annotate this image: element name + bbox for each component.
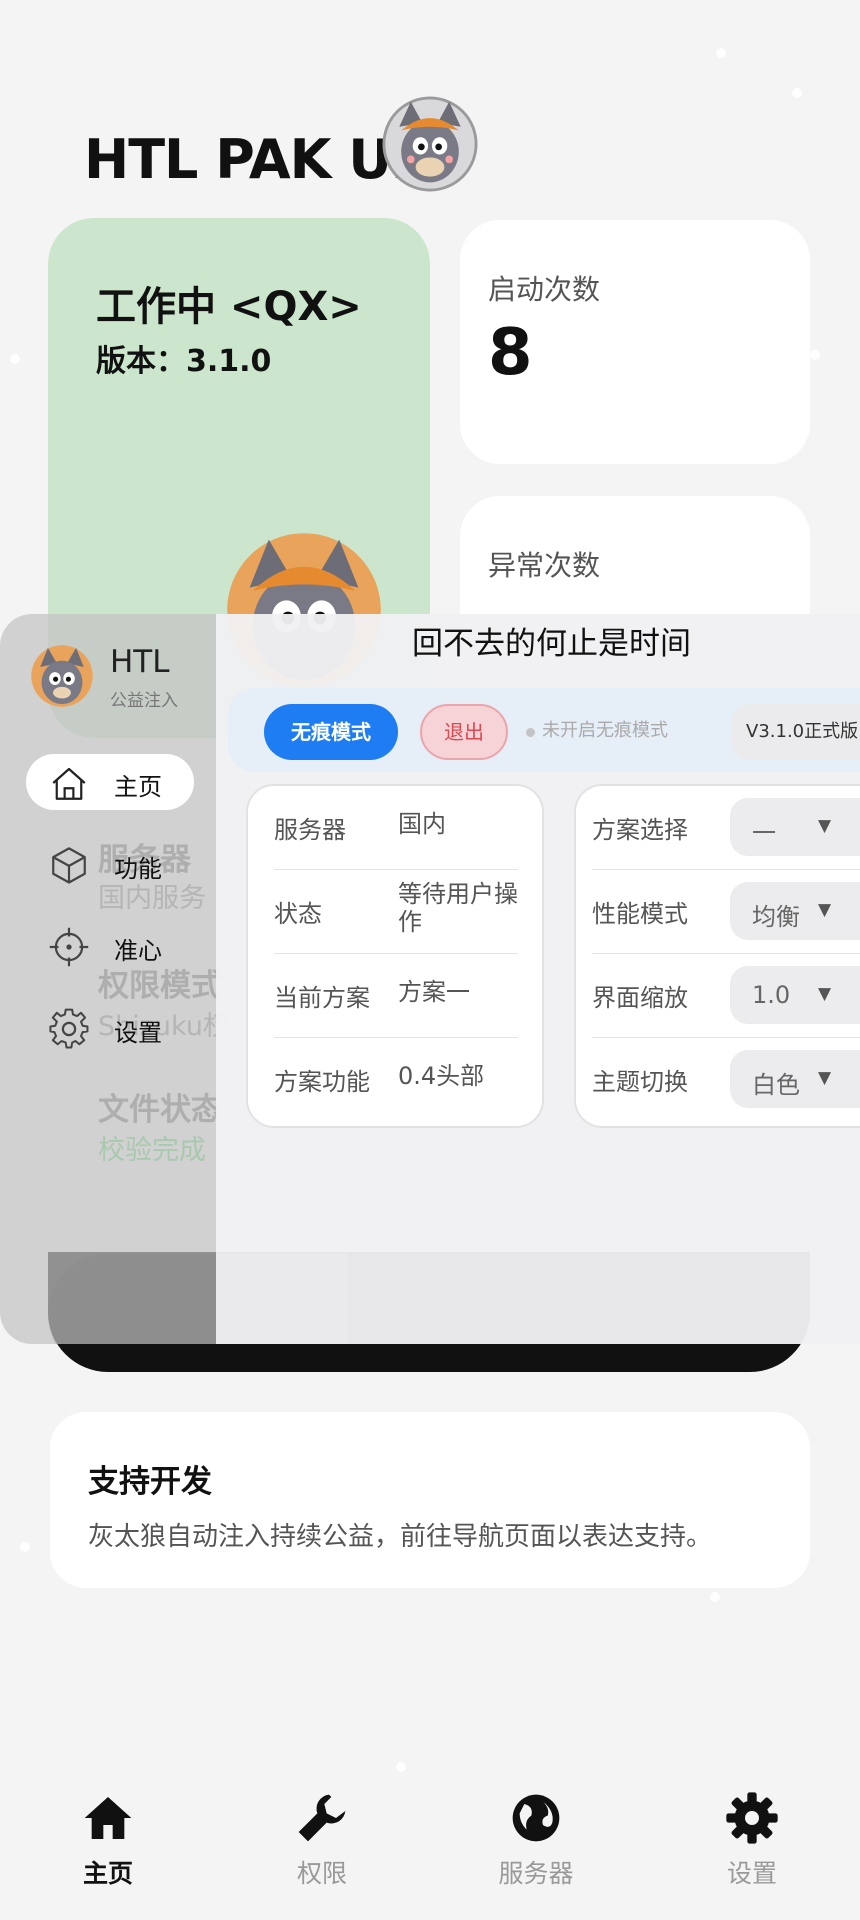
wrench-icon: [298, 1794, 346, 1842]
stealth-mode-button[interactable]: 无痕模式: [264, 704, 398, 760]
info-value: 方案一: [398, 978, 470, 1006]
version-badge: V3.1.0正式版: [732, 704, 860, 760]
setting-row-scale: 界面缩放 1.0 ▼: [592, 954, 860, 1038]
sidebar-item-label: 功能: [114, 855, 162, 883]
setting-label: 方案选择: [592, 816, 688, 844]
info-key: 服务器: [274, 816, 346, 844]
ghost-file-heading: 文件状态: [98, 1092, 222, 1128]
select-value: 1.0: [752, 981, 791, 1009]
wolf-avatar-icon: [382, 96, 478, 192]
tab-server[interactable]: 服务器: [456, 1790, 616, 1890]
sidebar-item-label: 主页: [114, 773, 162, 801]
support-card[interactable]: 支持开发 灰太狼自动注入持续公益，前往导航页面以表达支持。: [50, 1412, 810, 1588]
sidebar-item-home[interactable]: 主页: [26, 754, 194, 810]
info-key: 状态: [274, 900, 322, 928]
select-value: 均衡: [752, 903, 800, 931]
info-value: 国内: [398, 810, 446, 838]
support-description: 灰太狼自动注入持续公益，前往导航页面以表达支持。: [88, 1522, 713, 1552]
tab-permissions-label: 权限: [296, 1859, 347, 1888]
home-icon: [84, 1797, 132, 1839]
stealth-status-text: 未开启无痕模式: [542, 720, 668, 741]
tab-home[interactable]: 主页: [28, 1790, 188, 1890]
select-value: 白色: [752, 1071, 800, 1099]
info-card: 服务器 国内 状态 等待用户操作 当前方案 方案一 方案功能 0.4头部: [246, 784, 544, 1128]
info-key: 当前方案: [274, 984, 370, 1012]
setting-label: 主题切换: [592, 1068, 688, 1096]
launch-count-card: 启动次数 8: [460, 220, 810, 464]
overlay-window: 服务器 国内服务 权限模式 Shizuku权 文件状态 校验完成 HTL 公益注…: [0, 614, 860, 1344]
setting-row-plan: 方案选择 一 ▼: [592, 786, 860, 870]
launch-count-value: 8: [488, 316, 533, 390]
sidebar-item-crosshair[interactable]: 准心: [26, 918, 194, 974]
sidebar-item-label: 设置: [114, 1019, 162, 1047]
home-icon: [52, 767, 86, 800]
sidebar-item-label: 准心: [114, 937, 162, 965]
tab-permissions[interactable]: 权限: [242, 1790, 402, 1890]
caret-down-icon: ▼: [818, 900, 832, 920]
caret-down-icon: ▼: [818, 1068, 832, 1088]
scale-select[interactable]: 1.0 ▼: [730, 966, 860, 1024]
wolf-avatar-icon: [31, 645, 93, 707]
caret-down-icon: ▼: [818, 984, 832, 1004]
snow-dot: [810, 350, 820, 360]
setting-row-theme: 主题切换 白色 ▼: [592, 1038, 860, 1122]
tab-home-label: 主页: [82, 1859, 133, 1888]
ghost-file-value: 校验完成: [98, 1135, 206, 1166]
plan-select[interactable]: 一 ▼: [730, 798, 860, 856]
action-strip: 无痕模式 退出 未开启无痕模式 V3.1.0正式版: [228, 688, 860, 772]
brand-name: HTL: [110, 644, 170, 680]
snow-dot: [396, 1762, 406, 1772]
status-text: 工作中 <QX>: [96, 284, 362, 330]
overlay-main-panel: 回不去的何止是时间 无痕模式 退出 未开启无痕模式 V3.1.0正式版 服务器 …: [216, 614, 860, 1344]
caret-down-icon: ▼: [818, 816, 832, 836]
crosshair-icon: [49, 927, 89, 967]
support-title: 支持开发: [88, 1464, 212, 1500]
version-text: 版本：3.1.0: [96, 344, 272, 379]
sidebar-item-features[interactable]: 功能: [26, 836, 194, 892]
setting-label: 界面缩放: [592, 984, 688, 1012]
tab-settings[interactable]: 设置: [672, 1790, 832, 1890]
settings-card: 方案选择 一 ▼ 性能模式 均衡 ▼ 界面缩放 1.0 ▼ 主题切换 白色 ▼: [574, 784, 860, 1128]
setting-row-performance: 性能模式 均衡 ▼: [592, 870, 860, 954]
info-value: 等待用户操作: [398, 880, 518, 936]
snow-dot: [792, 88, 802, 98]
info-value: 0.4头部: [398, 1062, 485, 1090]
gear-icon: [726, 1792, 778, 1844]
select-value: 一: [752, 819, 776, 847]
overlay-sidebar: 服务器 国内服务 权限模式 Shizuku权 文件状态 校验完成 HTL 公益注…: [0, 614, 348, 1344]
sidebar-item-settings[interactable]: 设置: [26, 1000, 194, 1056]
info-row-server: 服务器 国内: [274, 786, 518, 870]
theme-select[interactable]: 白色 ▼: [730, 1050, 860, 1108]
overlay-title: 回不去的何止是时间: [412, 626, 691, 662]
info-row-plan-feature: 方案功能 0.4头部: [274, 1038, 518, 1122]
cube-icon: [52, 847, 86, 884]
tab-server-label: 服务器: [498, 1859, 574, 1888]
snow-dot: [710, 1592, 720, 1602]
info-key: 方案功能: [274, 1068, 370, 1096]
brand-subtitle: 公益注入: [110, 691, 178, 711]
launch-count-label: 启动次数: [488, 273, 601, 306]
snow-dot: [20, 1542, 30, 1552]
exit-button[interactable]: 退出: [420, 704, 508, 760]
bottom-tab-bar: 主页 权限 服务器 设置: [0, 1790, 860, 1920]
globe-icon: [512, 1794, 560, 1842]
status-indicator-dot: [526, 728, 535, 737]
info-row-status: 状态 等待用户操作: [274, 870, 518, 954]
error-count-label: 异常次数: [488, 549, 601, 582]
tab-settings-label: 设置: [726, 1859, 777, 1888]
performance-select[interactable]: 均衡 ▼: [730, 882, 860, 940]
setting-label: 性能模式: [592, 900, 688, 928]
snow-dot: [716, 48, 726, 58]
info-row-current-plan: 当前方案 方案一: [274, 954, 518, 1038]
gear-icon: [49, 1008, 89, 1049]
snow-dot: [10, 354, 20, 364]
